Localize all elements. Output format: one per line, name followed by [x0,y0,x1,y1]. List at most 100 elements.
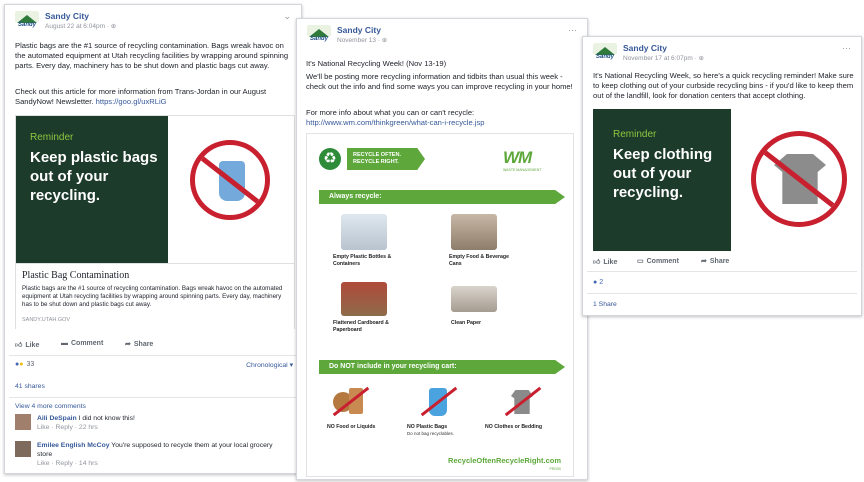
comment-actions[interactable]: Like · Reply · 22 hrs [37,424,98,431]
sandy-city-logo[interactable]: Sandy [593,43,617,65]
comment-item: Aili DeSpain I did not know this! Like ·… [37,414,287,432]
wm-logo-text: WM [503,148,532,167]
like-button[interactable]: 👍︎ Like [593,257,617,266]
view-more-comments[interactable]: View 4 more comments [15,403,86,410]
share-arrow-icon: ➦ [125,341,131,348]
post-line-1: It's National Recycling Week! (Nov 13-19… [306,59,447,68]
like-button[interactable]: 👍︎ Like [15,340,39,349]
no-item-label: NO Plastic Bags [407,424,448,430]
item-label: Empty Plastic Bottles & Containers [333,254,392,267]
article-link[interactable]: https://goo.gl/uxRLiG [96,97,167,106]
card-description: Plastic bags are the #1 source of recycl… [22,285,283,309]
like-reaction-icon: ● [593,279,598,286]
plastic-bag-illustration [168,116,294,263]
thumbs-up-icon: 👍︎ [593,259,601,266]
post-header: Sandy Sandy City November 17 at 6:07pm ·… [593,43,851,67]
more-options-icon[interactable]: ··· [568,25,577,35]
reactions-summary[interactable]: ●● 33 [15,361,34,368]
comment-item: Emilee English McCoy You're supposed to … [37,441,287,468]
post-plastic-bags: Sandy Sandy City August 22 at 6:04pm · ⊕… [4,4,302,474]
like-label: Like [603,259,618,266]
post-line-2: We'll be posting more recycling informat… [306,72,573,91]
shares-count[interactable]: 1 Share [593,301,617,308]
comment-button[interactable]: ▬ Comment [61,340,103,347]
post-header: Sandy Sandy City August 22 at 6:04pm · ⊕… [15,11,291,35]
do-not-include-band: Do NOT include in your recycling cart: [319,360,565,374]
share-label: Share [133,341,154,348]
reminder-headline: Keep plastic bags out of your recycling. [30,149,158,204]
post-clothing: Sandy Sandy City November 17 at 6:07pm ·… [582,36,862,316]
like-label: Like [25,342,40,349]
infographic-footer-code: PRO00 [549,467,561,471]
post-line-3: For more info about what you can or can'… [306,108,475,117]
post-body: Plastic bags are the #1 source of recycl… [15,41,289,70]
avatar[interactable] [15,414,31,430]
reminder-headline: Keep clothing out of your recycling. [613,146,713,201]
post-date-text[interactable]: August 22 at 6:04pm · [45,23,111,30]
reactions-count: 33 [26,361,35,368]
comment-label: Comment [71,340,104,347]
post-image[interactable]: Reminder Keep clothing out of your recyc… [593,109,861,251]
reminder-panel: Reminder Keep plastic bags out of your r… [16,116,168,263]
thumbs-up-icon: 👍︎ [15,342,23,349]
comment-icon: ▬ [61,340,68,347]
item-label: Flattened Cardboard & Paperboard [333,320,389,333]
page-name-link[interactable]: Sandy City [45,11,89,21]
no-clothes-icon [503,384,542,418]
commenter-name[interactable]: Emilee English McCoy [37,442,110,449]
card-domain: SANDY.UTAH.GOV [22,317,71,323]
item-label: Empty Food & Beverage Cans [449,254,509,267]
plastic-bottles-image [341,214,387,250]
reminder-panel: Reminder Keep clothing out of your recyc… [593,109,731,251]
post-date-text[interactable]: November 17 at 6:07pm · [623,55,699,62]
post-date-text[interactable]: November 13 · [337,37,382,44]
post-date[interactable]: August 22 at 6:04pm · ⊕ [45,22,116,30]
chevron-down-icon[interactable]: ⌄ [283,11,291,22]
wm-link[interactable]: http://www.wm.com/thinkgreen/what-can-i-… [306,118,582,128]
share-button[interactable]: ➦ Share [125,340,153,348]
comment-label: Comment [646,258,679,265]
page-name-link[interactable]: Sandy City [337,25,381,35]
comment-sort-dropdown[interactable]: Chronological ▾ [246,361,293,369]
post-body-2: Check out this article for more informat… [15,87,293,107]
comment-text: I did not know this! [76,415,135,422]
no-food-icon [331,384,370,418]
wm-logo-sub: WASTE MANAGEMENT [503,168,542,172]
share-arrow-icon: ➦ [701,258,707,265]
more-options-icon[interactable]: ··· [842,43,851,53]
post-date[interactable]: November 17 at 6:07pm · ⊕ [623,54,704,62]
no-item-label: NO Clothes or Bedding [485,424,543,430]
commenter-name[interactable]: Aili DeSpain [37,415,77,422]
wow-reaction-icon: ● [19,361,24,368]
no-plastic-bag-icon [419,384,458,418]
recycle-icon: ♻ [319,148,341,170]
no-bags-note: Do not bag recyclables. [407,431,455,436]
share-button[interactable]: ➦ Share [701,257,729,265]
prohibited-icon [190,140,270,220]
shares-count[interactable]: 41 shares [15,383,45,390]
post-date[interactable]: November 13 · ⊕ [337,36,387,44]
clothing-illustration [731,109,861,251]
reactions-summary[interactable]: ● 2 [593,279,603,286]
avatar[interactable] [15,441,31,457]
food-cans-image [451,214,497,250]
reminder-label: Reminder [30,132,74,143]
share-label: Share [709,258,730,265]
always-recycle-band: Always recycle: [319,190,565,204]
comment-button[interactable]: ▭ Comment [637,257,679,265]
post-header: Sandy Sandy City November 13 · ⊕ ··· [307,25,577,49]
comment-actions[interactable]: Like · Reply · 14 hrs [37,460,98,467]
item-label: Clean Paper [451,320,481,326]
page-name-link[interactable]: Sandy City [623,43,667,53]
link-preview-card[interactable]: Reminder Keep plastic bags out of your r… [15,115,295,329]
no-item-label: NO Food or Liquids [327,424,376,430]
clean-paper-image [451,286,497,312]
recycling-infographic[interactable]: ♻ RECYCLE OFTEN. RECYCLE RIGHT. WM WASTE… [306,133,574,477]
globe-icon: ⊕ [110,23,117,30]
sandy-city-logo[interactable]: Sandy [307,25,331,47]
post-body: It's National Recycling Week, so here's … [593,71,854,100]
post-recycling-week: Sandy Sandy City November 13 · ⊕ ··· It'… [296,18,588,480]
sandy-city-logo[interactable]: Sandy [15,11,39,33]
infographic-footer-url: RecycleOftenRecycleRight.com [448,456,561,465]
globe-icon: ⊕ [381,37,388,44]
